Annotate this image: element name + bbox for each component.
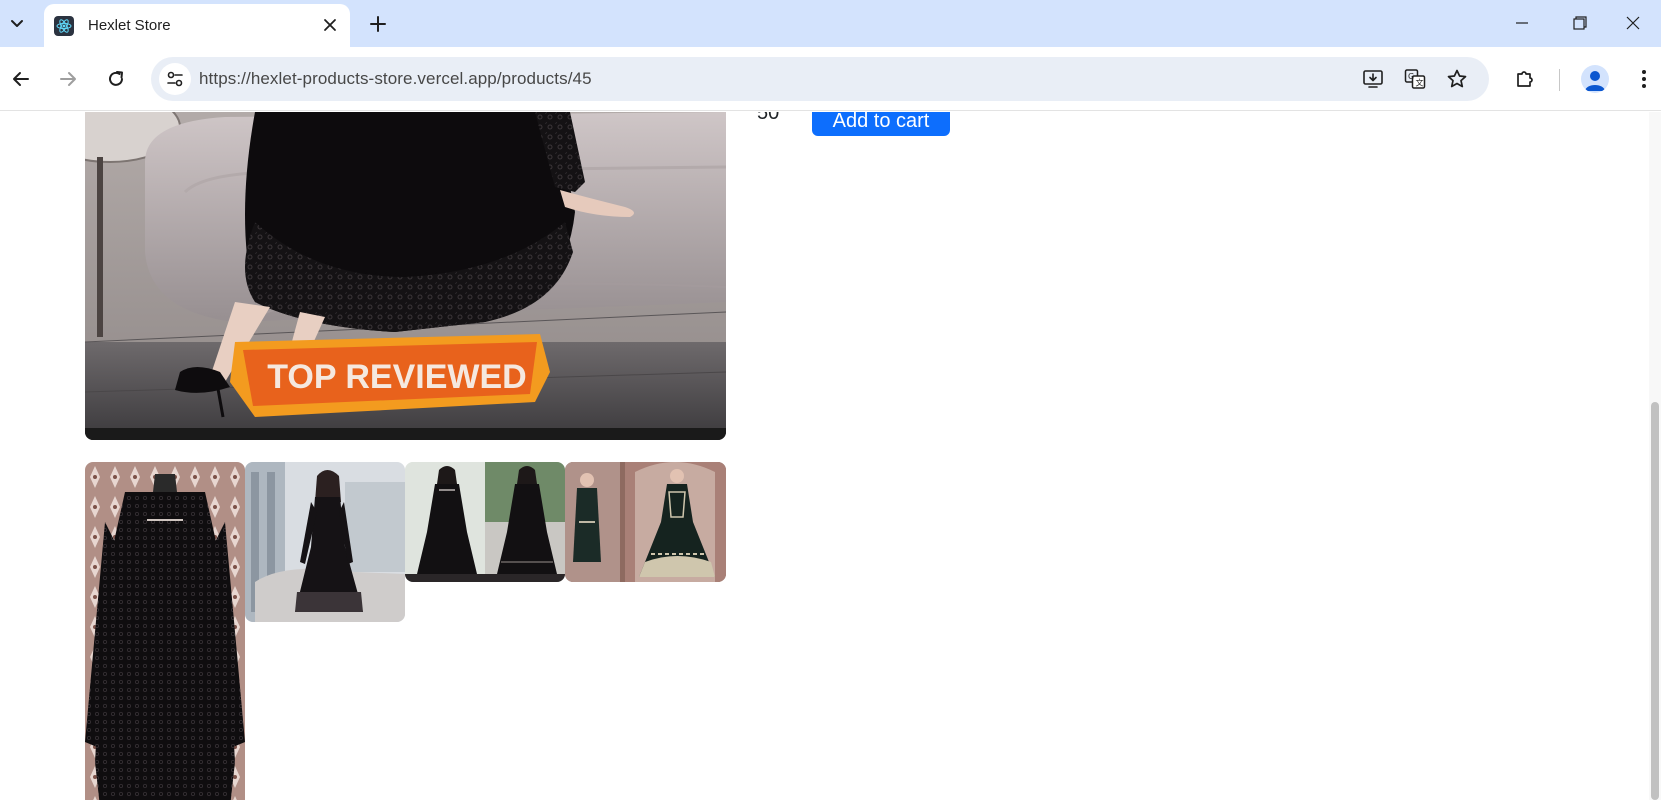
minimize-button[interactable] bbox=[1494, 0, 1550, 46]
tab-close-button[interactable] bbox=[320, 15, 340, 35]
plus-icon bbox=[370, 16, 386, 32]
toolbar-divider bbox=[1559, 69, 1560, 91]
tab-title: Hexlet Store bbox=[88, 17, 171, 34]
active-tab[interactable]: Hexlet Store bbox=[44, 4, 350, 47]
new-tab-button[interactable] bbox=[364, 10, 392, 38]
restore-icon bbox=[1573, 16, 1587, 30]
tab-strip: Hexlet Store bbox=[0, 0, 1661, 47]
svg-text:文: 文 bbox=[1416, 78, 1424, 88]
tune-icon bbox=[167, 71, 183, 87]
gallery-thumbnail[interactable] bbox=[85, 462, 245, 800]
puzzle-icon bbox=[1517, 71, 1533, 87]
close-icon bbox=[324, 19, 336, 31]
close-window-button[interactable] bbox=[1605, 0, 1661, 46]
forward-button[interactable] bbox=[50, 61, 86, 97]
product-quantity: 50 bbox=[757, 112, 780, 124]
banner-text: TOP REVIEWED bbox=[267, 358, 526, 396]
restore-button[interactable] bbox=[1552, 0, 1608, 46]
extensions-button[interactable] bbox=[1507, 61, 1543, 97]
close-icon bbox=[1626, 16, 1640, 30]
tab-search-button[interactable] bbox=[0, 6, 34, 40]
page-viewport: TOP REVIEWED 50 Add to cart bbox=[0, 112, 1649, 800]
gallery-thumbnail[interactable] bbox=[245, 462, 405, 622]
translate-button[interactable]: G 文 bbox=[1401, 65, 1429, 93]
add-to-cart-label: Add to cart bbox=[832, 112, 930, 132]
install-icon bbox=[1363, 70, 1383, 88]
arrow-left-icon bbox=[13, 72, 29, 86]
arrow-right-icon bbox=[60, 72, 76, 86]
address-bar[interactable]: https://hexlet-products-store.vercel.app… bbox=[151, 57, 1489, 101]
react-logo-icon bbox=[54, 16, 74, 36]
reload-icon bbox=[109, 71, 123, 86]
more-vert-icon bbox=[1642, 70, 1646, 88]
bookmark-button[interactable] bbox=[1443, 65, 1471, 93]
minimize-icon bbox=[1516, 22, 1528, 24]
profile-avatar[interactable] bbox=[1581, 65, 1609, 93]
svg-text:G: G bbox=[1408, 72, 1414, 81]
back-button[interactable] bbox=[3, 61, 39, 97]
reload-button[interactable] bbox=[98, 61, 134, 97]
site-info-button[interactable] bbox=[159, 63, 191, 95]
star-icon bbox=[1447, 69, 1467, 88]
page-scrollbar[interactable] bbox=[1649, 112, 1661, 800]
scrollbar-thumb[interactable] bbox=[1651, 402, 1659, 800]
gallery-thumbnail[interactable] bbox=[565, 462, 726, 582]
person-icon bbox=[1585, 71, 1605, 91]
add-to-cart-button[interactable]: Add to cart bbox=[812, 112, 950, 136]
gallery-thumbnail[interactable] bbox=[405, 462, 565, 582]
url-text[interactable]: https://hexlet-products-store.vercel.app… bbox=[199, 69, 592, 89]
translate-icon: G 文 bbox=[1404, 69, 1426, 89]
product-main-image[interactable]: TOP REVIEWED bbox=[85, 112, 726, 440]
chevron-down-icon bbox=[11, 20, 23, 27]
menu-button[interactable] bbox=[1626, 61, 1661, 97]
install-app-button[interactable] bbox=[1359, 65, 1387, 93]
browser-toolbar: https://hexlet-products-store.vercel.app… bbox=[0, 47, 1661, 111]
